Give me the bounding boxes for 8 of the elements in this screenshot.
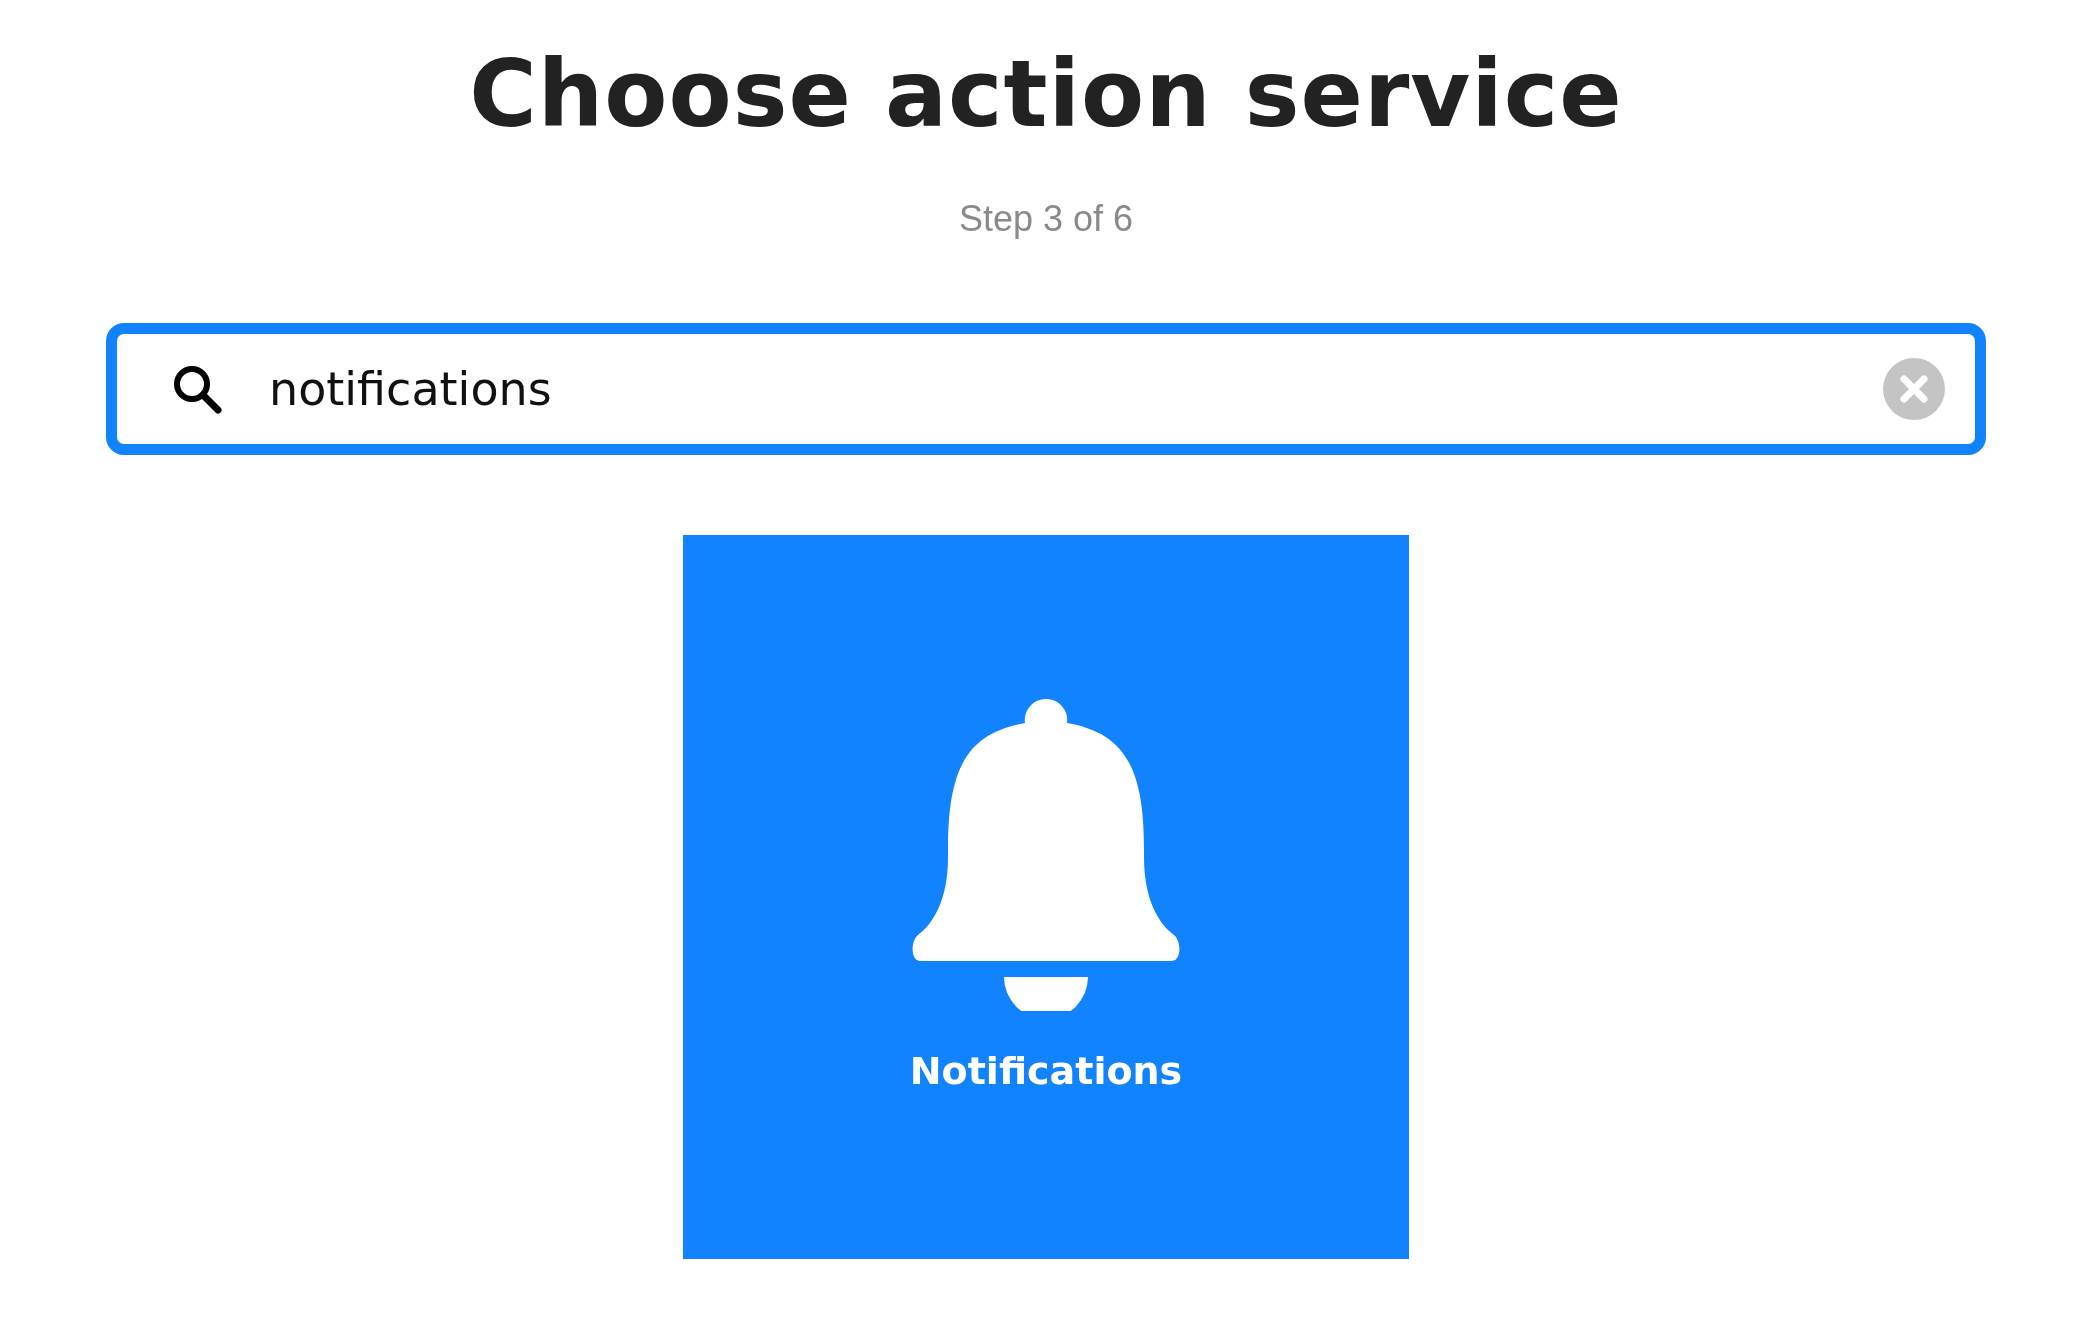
search-bar[interactable]: notifications [106,323,1986,456]
service-name: Notifications [909,1049,1183,1094]
step-indicator: Step 3 of 6 [958,198,1134,241]
clear-icon[interactable] [1883,358,1945,421]
service-tile[interactable]: Notifications [683,535,1409,1260]
search-field[interactable]: notifications [267,361,1883,418]
page-title: Choose action service [469,44,1623,146]
search-icon [171,363,223,416]
